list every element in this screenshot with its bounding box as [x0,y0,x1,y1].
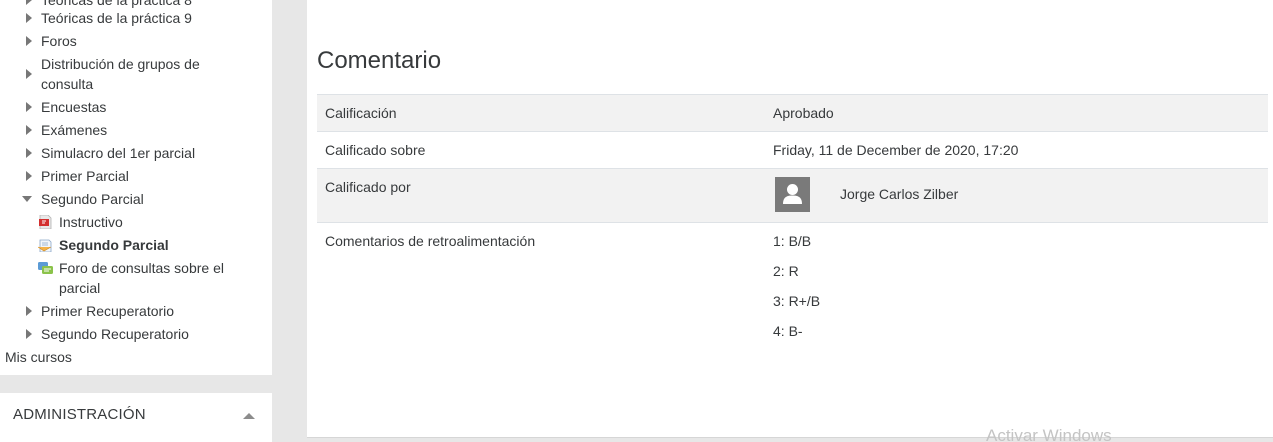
nav-item-label: Foro de consultas sobre el [59,260,224,276]
nav-item-label-continued: parcial [59,280,101,296]
nav-item-label: Primer Recuperatorio [41,303,175,319]
table-row: Comentarios de retroalimentación 1: B/B … [317,222,1268,352]
nav-item-label-continued: consulta [41,76,94,92]
expand-arrow-icon [26,36,32,46]
nav-item-label: Foros [41,33,77,49]
table-row: Calificado por Jorge Carlos Zilber [317,168,1268,222]
administration-block: ADMINISTRACIÓN [0,393,272,442]
nav-item-simulacro[interactable]: Simulacro del 1er parcial [0,143,272,163]
nav-item-primer-parcial[interactable]: Primer Parcial [0,166,272,186]
expand-arrow-icon [26,125,32,135]
row-label: Calificado por [325,179,411,195]
table-row: Calificación Aprobado [317,94,1268,131]
expand-arrow-icon [26,13,32,23]
expand-arrow-icon [26,0,32,5]
table-row: Calificado sobre Friday, 11 de December … [317,131,1268,168]
row-label: Comentarios de retroalimentación [325,233,536,249]
graded-date-value: Friday, 11 de December de 2020, 17:20 [773,142,1019,158]
feedback-line: 4: B- [773,323,803,339]
expand-arrow-icon [26,171,32,181]
grade-value: Aprobado [773,105,834,121]
expand-arrow-icon [26,69,32,79]
nav-item-label: Segundo Recuperatorio [41,326,189,342]
nav-item-label: Simulacro del 1er parcial [41,145,196,161]
assignment-icon [38,239,52,252]
administration-title: ADMINISTRACIÓN [13,406,146,423]
nav-item-label: Segundo Parcial [41,191,144,207]
nav-item-encuestas[interactable]: Encuestas [0,97,272,117]
expand-arrow-icon [26,329,32,339]
nav-item-label: Primer Parcial [41,168,129,184]
nav-item-foros[interactable]: Foros [0,31,272,51]
nav-item-segundo-parcial-activity[interactable]: Segundo Parcial [0,235,272,255]
nav-item-label: Encuestas [41,99,107,115]
nav-item-label: Mis cursos [5,349,72,365]
expand-arrow-icon [26,306,32,316]
row-label: Calificado sobre [325,142,426,158]
page: Teóricas de la práctica 8 Teóricas de la… [0,0,1273,442]
nav-item-label: Exámenes [41,122,108,138]
nav-item-label: Segundo Parcial [59,237,169,253]
feedback-line: 1: B/B [773,233,812,249]
expand-arrow-icon [26,102,32,112]
nav-item-segundo-recuperatorio[interactable]: Segundo Recuperatorio [0,324,272,344]
nav-item-label: Teóricas de la práctica 9 [41,10,192,26]
nav-item-primer-recuperatorio[interactable]: Primer Recuperatorio [0,301,272,321]
collapse-arrow-icon [22,196,32,202]
nav-item-segundo-parcial-section[interactable]: Segundo Parcial [0,189,272,209]
grader-name[interactable]: Jorge Carlos Zilber [840,186,958,202]
nav-item-foro-consultas[interactable]: Foro de consultas sobre el parcial [0,258,272,298]
nav-item-examenes[interactable]: Exámenes [0,120,272,140]
activation-watermark: Activar Windows [986,426,1112,442]
nav-item-teoricas-9[interactable]: Teóricas de la práctica 9 [0,8,272,28]
feedback-line: 2: R [773,263,799,279]
forum-icon [38,262,53,274]
feedback-line: 3: R+/B [773,293,821,309]
section-title: Comentario [317,47,442,74]
nav-item-label: Distribución de grupos de [41,56,200,72]
nav-item-distribucion-grupos[interactable]: Distribución de grupos de consulta [0,54,272,94]
expand-arrow-icon [26,148,32,158]
pdf-file-icon [39,215,52,229]
nav-item-mis-cursos[interactable]: Mis cursos [0,347,272,367]
user-avatar[interactable] [775,177,810,212]
user-silhouette-icon [783,184,802,204]
collapse-caret-icon[interactable] [243,413,255,419]
nav-item-label: Instructivo [59,214,123,230]
navigation-block: Teóricas de la práctica 8 Teóricas de la… [0,0,272,375]
row-label: Calificación [325,105,397,121]
nav-item-instructivo[interactable]: Instructivo [0,212,272,232]
feedback-panel: Comentario Calificación Aprobado Calific… [307,0,1273,438]
